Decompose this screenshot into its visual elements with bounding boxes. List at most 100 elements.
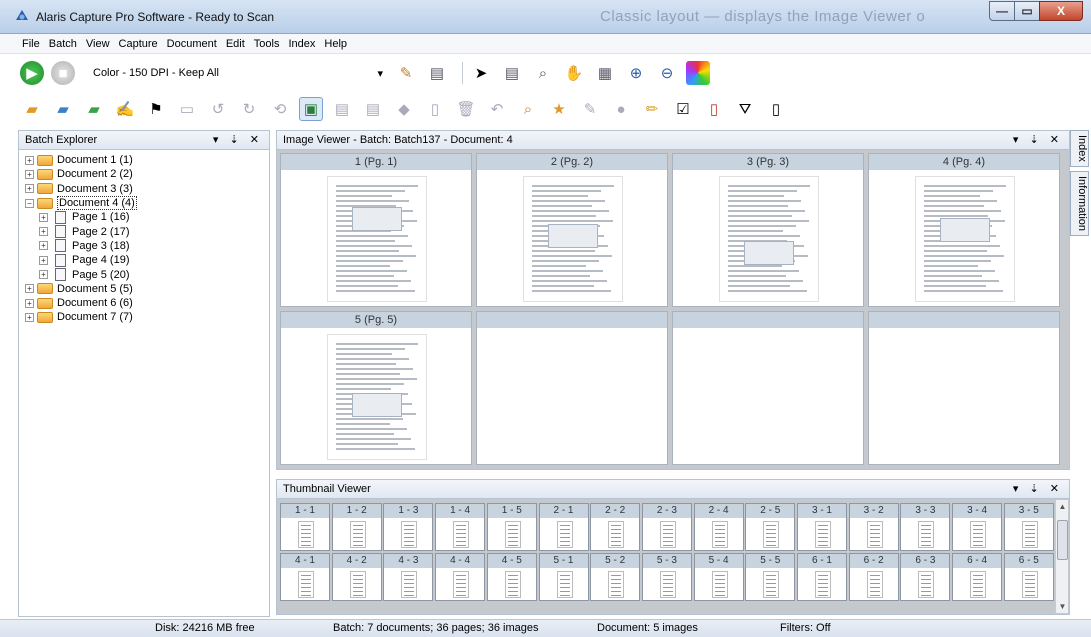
- page-zoom-icon[interactable]: ▤: [361, 97, 385, 121]
- minimize-button[interactable]: —: [989, 1, 1015, 21]
- page-cell[interactable]: [476, 311, 668, 465]
- undo-icon[interactable]: ↶: [485, 97, 509, 121]
- thumbnail[interactable]: 6 - 1: [797, 553, 847, 601]
- zoom-out-icon[interactable]: ⊖: [655, 61, 679, 85]
- tree-item-page[interactable]: + Page 4 (19): [19, 253, 269, 267]
- expand-icon[interactable]: +: [25, 155, 34, 165]
- pointer-icon[interactable]: ➤: [469, 61, 493, 85]
- tree-item-document[interactable]: + Document 7 (7): [19, 310, 269, 324]
- folder-star-icon[interactable]: ★: [547, 97, 571, 121]
- expand-icon[interactable]: +: [25, 184, 34, 194]
- blank-page-icon[interactable]: ▯: [764, 97, 788, 121]
- expand-icon[interactable]: +: [39, 255, 48, 265]
- highlight-icon[interactable]: ✏: [640, 97, 664, 121]
- thumbnail[interactable]: 6 - 4: [952, 553, 1003, 601]
- expand-icon[interactable]: +: [39, 270, 48, 280]
- page-cell[interactable]: 1 (Pg. 1): [280, 153, 472, 307]
- thumbnail[interactable]: 3 - 1: [797, 503, 847, 551]
- tree-item-document[interactable]: + Document 1 (1): [19, 153, 269, 167]
- thumbnail[interactable]: 2 - 2: [590, 503, 641, 551]
- pane-controls[interactable]: ▾ ⇣ ✕: [1013, 482, 1063, 495]
- tree-item-page[interactable]: + Page 3 (18): [19, 239, 269, 253]
- rotate-right-icon[interactable]: ↻: [237, 97, 261, 121]
- thumbnail[interactable]: 1 - 3: [383, 503, 434, 551]
- pdf-icon[interactable]: ▯: [423, 97, 447, 121]
- pane-controls[interactable]: ▾ ⇣ ✕: [1013, 133, 1063, 146]
- expand-icon[interactable]: +: [25, 298, 34, 308]
- thumbnail[interactable]: 1 - 5: [486, 503, 537, 551]
- record-icon[interactable]: ●: [609, 97, 633, 121]
- expand-icon[interactable]: +: [39, 212, 48, 222]
- thumbnail[interactable]: 4 - 2: [331, 553, 382, 601]
- thumbnail[interactable]: 4 - 5: [486, 553, 537, 601]
- document-check-icon[interactable]: ▯: [702, 97, 726, 121]
- page-cell[interactable]: 3 (Pg. 3): [672, 153, 864, 307]
- thumbnail[interactable]: 5 - 1: [538, 553, 589, 601]
- tree-item-page[interactable]: + Page 2 (17): [19, 224, 269, 239]
- menu-batch[interactable]: Batch: [49, 38, 77, 50]
- thumbnail[interactable]: 6 - 2: [848, 553, 899, 601]
- scanner-icon[interactable]: ▭: [175, 97, 199, 121]
- scan-profile-select[interactable]: Color - 150 DPI - Keep All ▾: [88, 62, 388, 84]
- thumbnail[interactable]: 3 - 5: [1003, 503, 1054, 551]
- tab-index[interactable]: Index: [1070, 130, 1089, 167]
- menu-tools[interactable]: Tools: [254, 38, 280, 50]
- maximize-button[interactable]: ▭: [1014, 1, 1040, 21]
- setup-icon[interactable]: ✎: [394, 61, 418, 85]
- annotate-icon[interactable]: ✎: [578, 97, 602, 121]
- scroll-up-icon[interactable]: ▲: [1056, 502, 1069, 511]
- expand-icon[interactable]: +: [39, 241, 48, 251]
- scrollbar-thumb[interactable]: [1057, 520, 1068, 560]
- page-cell[interactable]: 4 (Pg. 4): [868, 153, 1060, 307]
- thumbnail[interactable]: 4 - 1: [280, 553, 330, 601]
- page-cell[interactable]: 5 (Pg. 5): [280, 311, 472, 465]
- color-palette-icon[interactable]: [686, 61, 710, 85]
- tree-item-document[interactable]: − Document 4 (4): [19, 196, 269, 211]
- filter-icon[interactable]: ⛛: [733, 97, 757, 121]
- zoom-region-icon[interactable]: ⌕: [531, 61, 555, 85]
- thumbnail[interactable]: 2 - 3: [641, 503, 692, 551]
- thumbnail[interactable]: 4 - 3: [383, 553, 434, 601]
- menu-file[interactable]: File: [22, 38, 40, 50]
- pan-hand-icon[interactable]: ✋: [562, 61, 586, 85]
- document-icon[interactable]: ▤: [500, 61, 524, 85]
- rotate-free-icon[interactable]: ⟲: [268, 97, 292, 121]
- page-view-icon[interactable]: ▣: [299, 97, 323, 121]
- thumbnail[interactable]: 5 - 4: [693, 553, 744, 601]
- thumbnail[interactable]: 5 - 5: [745, 553, 796, 601]
- close-button[interactable]: X: [1039, 1, 1083, 21]
- thumbnail[interactable]: 5 - 3: [641, 553, 692, 601]
- menu-document[interactable]: Document: [167, 38, 217, 50]
- tree-item-document[interactable]: + Document 3 (3): [19, 182, 269, 196]
- menu-edit[interactable]: Edit: [226, 38, 245, 50]
- page-cell[interactable]: 2 (Pg. 2): [476, 153, 668, 307]
- collapse-icon[interactable]: −: [25, 198, 34, 208]
- ocr-search-icon[interactable]: ⌕: [516, 97, 540, 121]
- thumbnail[interactable]: 3 - 3: [900, 503, 951, 551]
- thumbnail[interactable]: 2 - 5: [745, 503, 796, 551]
- thumbnail[interactable]: 1 - 2: [331, 503, 382, 551]
- thumbnail[interactable]: 6 - 5: [1003, 553, 1054, 601]
- thumbnail[interactable]: 3 - 4: [952, 503, 1003, 551]
- thumbnail[interactable]: 5 - 2: [590, 553, 641, 601]
- thumbnail[interactable]: 6 - 3: [900, 553, 951, 601]
- checkbox-icon[interactable]: ☑: [671, 97, 695, 121]
- pane-controls[interactable]: ▾ ⇣ ✕: [213, 133, 263, 146]
- thumbnail[interactable]: 2 - 4: [693, 503, 744, 551]
- thumbnail[interactable]: 1 - 4: [435, 503, 486, 551]
- scroll-down-icon[interactable]: ▼: [1056, 602, 1069, 611]
- tab-information[interactable]: Information: [1070, 170, 1089, 236]
- menu-help[interactable]: Help: [324, 38, 347, 50]
- expand-icon[interactable]: +: [25, 284, 34, 294]
- start-scan-icon[interactable]: ▶: [20, 61, 44, 85]
- thumbnail[interactable]: 1 - 1: [280, 503, 330, 551]
- expand-icon[interactable]: +: [39, 227, 48, 237]
- thumbnail[interactable]: 4 - 4: [435, 553, 486, 601]
- batch-close-icon[interactable]: ▰: [82, 97, 106, 121]
- page-cell[interactable]: [868, 311, 1060, 465]
- expand-icon[interactable]: +: [25, 312, 34, 322]
- rotate-left-icon[interactable]: ↺: [206, 97, 230, 121]
- eraser-icon[interactable]: ◆: [392, 97, 416, 121]
- expand-icon[interactable]: +: [25, 169, 34, 179]
- page-options-icon[interactable]: ▤: [425, 61, 449, 85]
